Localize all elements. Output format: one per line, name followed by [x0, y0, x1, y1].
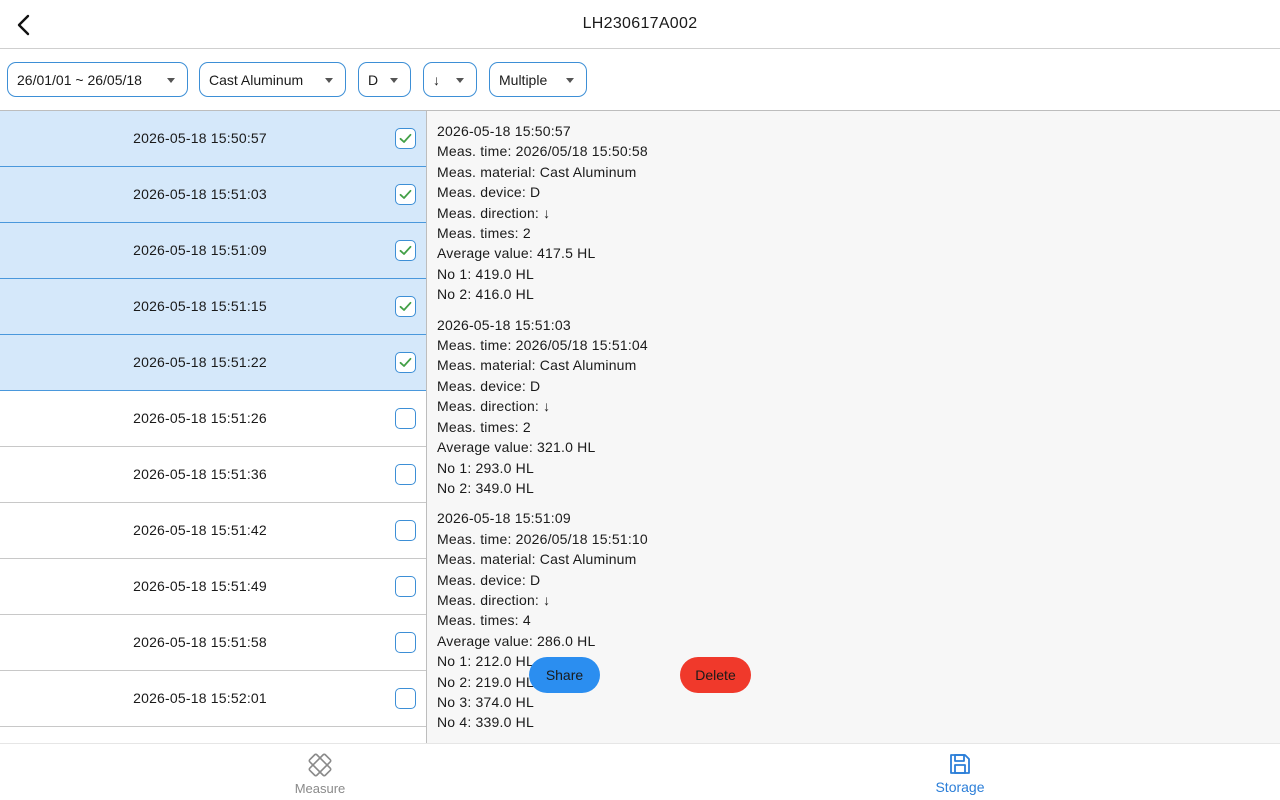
- list-item[interactable]: 2026-05-18 15:51:42: [0, 503, 426, 559]
- record-timestamp: 2026-05-18 15:51:58: [133, 634, 267, 650]
- record-detail-title: 2026-05-18 15:51:03: [437, 316, 571, 333]
- record-detail-line: Meas. time: 2026/05/18 15:50:58: [437, 143, 648, 160]
- check-icon: [399, 245, 412, 255]
- record-timestamp: 2026-05-18 15:51:42: [133, 522, 267, 538]
- mode-dropdown[interactable]: Multiple: [489, 62, 587, 97]
- record-detail-line: Average value: 321.0 HL: [437, 439, 596, 456]
- check-icon: [399, 301, 412, 311]
- tab-storage-label: Storage: [935, 779, 985, 795]
- date-range-value: 26/01/01 ~ 26/05/18: [17, 71, 142, 88]
- record-detail-line: Meas. direction: ↓: [437, 204, 551, 221]
- record-detail-line: Average value: 286.0 HL: [437, 632, 596, 649]
- direction-value: ↓: [433, 71, 440, 88]
- list-item[interactable]: 2026-05-18 15:51:26: [0, 391, 426, 447]
- record-detail-line: Meas. material: Cast Aluminum: [437, 357, 637, 374]
- record-timestamp: 2026-05-18 15:51:09: [133, 242, 267, 258]
- list-item[interactable]: 2026-05-18 15:51:15: [0, 279, 426, 335]
- record-timestamp: 2026-05-18 15:51:15: [133, 298, 267, 314]
- list-item[interactable]: 2026-05-18 15:51:49: [0, 559, 426, 615]
- record-detail: 2026-05-18 15:51:09 Meas. time: 2026/05/1…: [427, 508, 1280, 732]
- record-detail-line: Meas. direction: ↓: [437, 398, 551, 415]
- record-detail-line: Meas. time: 2026/05/18 15:51:10: [437, 530, 648, 547]
- direction-dropdown[interactable]: ↓: [423, 62, 477, 97]
- list-item[interactable]: 2026-05-18 15:51:22: [0, 335, 426, 391]
- record-detail-line: Meas. times: 2: [437, 225, 531, 242]
- tab-measure[interactable]: Measure: [0, 744, 640, 800]
- list-item[interactable]: 2026-05-18 15:51:58: [0, 615, 426, 671]
- save-icon: [950, 754, 970, 774]
- record-detail-line: Meas. device: D: [437, 377, 541, 394]
- tab-storage[interactable]: Storage: [640, 744, 1280, 800]
- device-value: D: [368, 71, 379, 88]
- record-checkbox[interactable]: [395, 240, 416, 261]
- record-detail-line: Meas. material: Cast Aluminum: [437, 163, 637, 180]
- page-title: LH230617A002: [582, 15, 698, 32]
- caret-down-icon: [566, 78, 574, 83]
- ruler-icon: [308, 753, 332, 777]
- record-detail-title: 2026-05-18 15:51:09: [437, 510, 571, 527]
- record-checkbox[interactable]: [395, 632, 416, 653]
- record-checkbox[interactable]: [395, 128, 416, 149]
- record-timestamp: 2026-05-18 15:51:03: [133, 186, 267, 202]
- device-dropdown[interactable]: D: [358, 62, 411, 97]
- record-checkbox[interactable]: [395, 408, 416, 429]
- record-detail-line: No 1: 419.0 HL: [437, 265, 534, 282]
- record-detail-line: Meas. device: D: [437, 184, 541, 201]
- caret-down-icon: [325, 78, 333, 83]
- top-bar: LH230617A002: [0, 0, 1280, 49]
- mode-value: Multiple: [499, 71, 548, 88]
- list-item[interactable]: 2026-05-18 15:51:09: [0, 223, 426, 279]
- list-item[interactable]: 2026-05-18 15:51:03: [0, 167, 426, 223]
- record-checkbox[interactable]: [395, 296, 416, 317]
- record-timestamp: 2026-05-18 15:51:36: [133, 466, 267, 482]
- record-detail-line: No 2: 416.0 HL: [437, 286, 534, 303]
- share-button[interactable]: Share: [529, 657, 600, 693]
- record-timestamp: 2026-05-18 15:51:26: [133, 410, 267, 426]
- delete-button[interactable]: Delete: [680, 657, 751, 693]
- record-checkbox[interactable]: [395, 688, 416, 709]
- caret-down-icon: [390, 78, 398, 83]
- record-detail-line: Meas. time: 2026/05/18 15:51:04: [437, 337, 648, 354]
- record-detail: 2026-05-18 15:51:03 Meas. time: 2026/05/1…: [427, 315, 1280, 499]
- record-timestamp: 2026-05-18 15:51:22: [133, 354, 267, 370]
- tab-measure-label: Measure: [294, 781, 346, 796]
- record-detail-line: Meas. device: D: [437, 571, 541, 588]
- list-item[interactable]: 2026-05-18 15:51:36: [0, 447, 426, 503]
- record-detail-line: No 2: 349.0 HL: [437, 479, 534, 496]
- caret-down-icon: [167, 78, 175, 83]
- check-icon: [399, 189, 412, 199]
- record-checkbox[interactable]: [395, 464, 416, 485]
- record-detail: 2026-05-18 15:50:57 Meas. time: 2026/05/1…: [427, 121, 1280, 305]
- record-detail-line: No 4: 339.0 HL: [437, 714, 534, 731]
- record-detail-line: Meas. times: 4: [437, 612, 531, 629]
- record-detail-line: No 1: 293.0 HL: [437, 459, 534, 476]
- list-item[interactable]: 2026-05-18 15:52:01: [0, 671, 426, 727]
- list-item[interactable]: 2026-05-18 15:50:57: [0, 111, 426, 167]
- record-detail-title: 2026-05-18 15:50:57: [437, 123, 571, 139]
- check-icon: [399, 357, 412, 367]
- caret-down-icon: [456, 78, 464, 83]
- record-detail-line: Meas. times: 2: [437, 418, 531, 435]
- bottom-tab-bar: Measure Storage: [0, 743, 1280, 800]
- record-timestamp: 2026-05-18 15:52:01: [133, 690, 267, 706]
- record-timestamp: 2026-05-18 15:50:57: [133, 130, 267, 146]
- check-icon: [399, 133, 412, 143]
- date-range-dropdown[interactable]: 26/01/01 ~ 26/05/18: [7, 62, 188, 97]
- record-checkbox[interactable]: [395, 520, 416, 541]
- record-detail-line: Average value: 417.5 HL: [437, 245, 596, 262]
- record-detail-line: No 3: 374.0 HL: [437, 693, 534, 710]
- material-value: Cast Aluminum: [209, 71, 304, 88]
- filter-bar: 26/01/01 ~ 26/05/18 Cast Aluminum D ↓ Mu…: [0, 49, 1280, 111]
- record-detail-line: Meas. direction: ↓: [437, 591, 551, 608]
- record-checkbox[interactable]: [395, 352, 416, 373]
- detail-panel: 2026-05-18 15:50:57 Meas. time: 2026/05/1…: [427, 111, 1280, 743]
- record-checkbox[interactable]: [395, 184, 416, 205]
- material-dropdown[interactable]: Cast Aluminum: [199, 62, 346, 97]
- record-list: 2026-05-18 15:50:57 2026-05-18 15:51:03 20…: [0, 111, 427, 743]
- record-timestamp: 2026-05-18 15:51:49: [133, 578, 267, 594]
- record-detail-line: Meas. material: Cast Aluminum: [437, 551, 637, 568]
- record-checkbox[interactable]: [395, 576, 416, 597]
